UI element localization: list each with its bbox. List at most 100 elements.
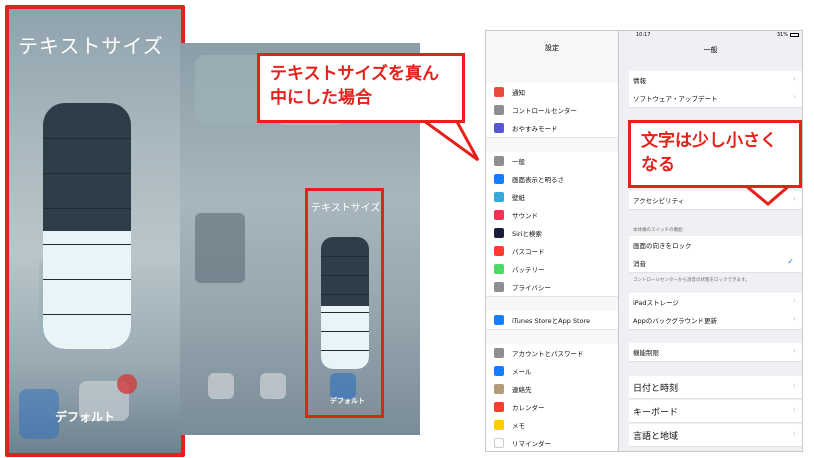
app-store-icon xyxy=(494,315,504,325)
settings-row[interactable]: 言語と地域 › xyxy=(629,424,802,447)
chevron-right-icon: › xyxy=(792,92,796,101)
settings-row[interactable]: アクセシビリティ › xyxy=(629,191,802,210)
gear-icon xyxy=(494,156,504,166)
sidebar-item[interactable]: Siriと検索 xyxy=(486,224,618,243)
sidebar-item[interactable]: リマインダー xyxy=(486,434,618,451)
settings-row-label: ソフトウェア・アップデート xyxy=(633,95,718,103)
sidebar-title: 設定 xyxy=(545,44,559,52)
text-size-title: テキストサイズ xyxy=(18,34,164,58)
settings-row[interactable]: キーボード › xyxy=(629,400,802,423)
slider-step-divider xyxy=(43,244,131,245)
sidebar-item[interactable]: パスコード xyxy=(486,242,618,261)
moon-icon xyxy=(494,123,504,133)
chevron-right-icon: › xyxy=(792,74,796,83)
chevron-right-icon: › xyxy=(792,381,796,390)
sidebar-item[interactable]: カレンダー xyxy=(486,398,618,417)
blurred-badge xyxy=(117,374,137,394)
settings-row[interactable]: 情報 › xyxy=(629,71,802,90)
sidebar-item[interactable]: サウンド xyxy=(486,206,618,225)
sidebar-item-label: サウンド xyxy=(512,212,538,220)
settings-row[interactable]: Appのバックグラウンド更新 › xyxy=(629,311,802,330)
settings-row[interactable]: 画面の向きをロック xyxy=(629,236,802,255)
sidebar-item[interactable]: 一般 xyxy=(486,152,618,171)
slider-step-divider xyxy=(321,312,369,313)
sidebar-item-label: 一般 xyxy=(512,158,525,166)
text-size-slider[interactable] xyxy=(321,237,369,369)
slider-step-divider xyxy=(43,279,131,280)
sidebar-item[interactable]: 画面表示と明るさ xyxy=(486,170,618,189)
blurred-control-tile xyxy=(195,213,245,283)
sidebar-item[interactable]: 壁紙 xyxy=(486,188,618,207)
sidebar-item[interactable]: iTunes StoreとApp Store xyxy=(486,311,618,330)
sidebar-item[interactable]: メモ xyxy=(486,416,618,435)
settings-row[interactable]: 日付と時刻 › xyxy=(629,376,802,399)
sidebar-item[interactable]: コントロールセンター xyxy=(486,101,618,120)
callout-middle-setting: テキストサイズを真ん中にした場合 xyxy=(257,53,465,123)
chevron-right-icon: › xyxy=(792,346,796,355)
sidebar-item-label: Siriと検索 xyxy=(512,230,542,238)
lock-icon xyxy=(494,246,504,256)
chevron-right-icon: › xyxy=(792,296,796,305)
settings-row[interactable]: 機能制限 › xyxy=(629,343,802,362)
sidebar-item-label: コントロールセンター xyxy=(512,107,577,115)
settings-row-label: キーボード xyxy=(633,408,679,418)
sidebar-item-label: 画面表示と明るさ xyxy=(512,176,564,184)
checkmark-icon: ✓ xyxy=(787,257,794,266)
reminders-icon xyxy=(494,438,504,448)
slider-step-divider xyxy=(321,350,369,351)
sidebar-item-label: プライバシー xyxy=(512,284,551,292)
hand-icon xyxy=(494,282,504,292)
slider-fill xyxy=(321,306,369,369)
blurred-background-tile xyxy=(19,389,59,439)
settings-sidebar: 設定 通知コントロールセンター おやすみモード 一般画面表示と明るさ 壁紙サウンド Si… xyxy=(486,31,619,451)
sidebar-item-label: 連絡先 xyxy=(512,386,532,394)
sidebar-item[interactable]: 連絡先 xyxy=(486,380,618,399)
sidebar-item-label: カレンダー xyxy=(512,404,545,412)
sidebar-item[interactable]: メール xyxy=(486,362,618,381)
slider-step-divider xyxy=(43,208,131,209)
ipad-settings-screen: iPad 10:17 31% 設定 通知コントロールセンターおやすみモード一般画… xyxy=(485,30,803,452)
slider-step-divider xyxy=(321,275,369,276)
settings-row[interactable]: iPadストレージ › xyxy=(629,293,802,312)
wallpaper-icon xyxy=(494,192,504,202)
settings-row-label: 言語と地域 xyxy=(633,432,679,442)
chevron-right-icon: › xyxy=(792,405,796,414)
text-size-slider[interactable] xyxy=(43,103,131,349)
sidebar-item-label: バッテリー xyxy=(512,266,545,274)
settings-row[interactable]: ソフトウェア・アップデート › xyxy=(629,89,802,108)
sidebar-item[interactable]: アカウントとパスワード xyxy=(486,344,618,363)
sidebar-item[interactable]: おやすみモード xyxy=(486,119,618,138)
sidebar-item-label: パスコード xyxy=(512,248,545,256)
slider-step-divider xyxy=(321,256,369,257)
settings-row-label: アクセシビリティ xyxy=(633,197,685,205)
slider-step-divider xyxy=(43,314,131,315)
chevron-right-icon: › xyxy=(792,194,796,203)
control-center-icon xyxy=(494,105,504,115)
blurred-dock-icon xyxy=(260,373,286,399)
sidebar-item-label: 壁紙 xyxy=(512,194,525,202)
sidebar-item-label: メモ xyxy=(512,422,525,430)
slider-step-divider xyxy=(321,294,369,295)
mail-icon xyxy=(494,366,504,376)
chevron-right-icon: › xyxy=(792,314,796,323)
settings-row-label: iPadストレージ xyxy=(633,299,679,307)
sidebar-item-label: リマインダー xyxy=(512,440,551,448)
pane-title: 一般 xyxy=(703,46,718,54)
default-label: デフォルト xyxy=(330,397,365,405)
callout-result: 文字は少し小さくなる xyxy=(628,120,802,188)
settings-row-label: 機能制限 xyxy=(633,349,659,357)
sidebar-item-label: おやすみモード xyxy=(512,125,558,133)
settings-row[interactable]: 消音 ✓ xyxy=(629,254,802,273)
sidebar-item[interactable]: プライバシー xyxy=(486,278,618,297)
slider-step-divider xyxy=(43,138,131,139)
slider-step-divider xyxy=(43,173,131,174)
display-icon xyxy=(494,174,504,184)
sidebar-item-label: 通知 xyxy=(512,89,525,97)
sidebar-item[interactable]: 通知 xyxy=(486,83,618,102)
notes-icon xyxy=(494,420,504,430)
settings-row-label: 消音 xyxy=(633,260,646,268)
notification-icon xyxy=(494,87,504,97)
settings-row-label: 画面の向きをロック xyxy=(633,242,692,250)
sidebar-item-label: iTunes StoreとApp Store xyxy=(512,317,591,325)
sidebar-item[interactable]: バッテリー xyxy=(486,260,618,279)
